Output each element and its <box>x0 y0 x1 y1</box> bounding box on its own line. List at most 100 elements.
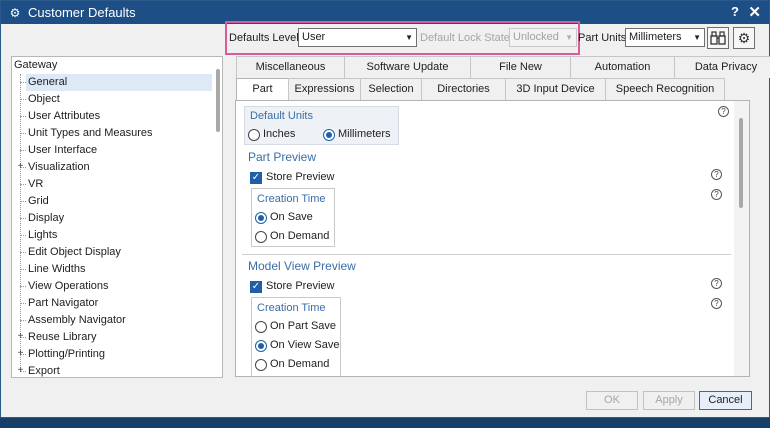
tab-part[interactable]: Part <box>236 78 289 102</box>
tree-item[interactable]: Unit Types and Measures <box>12 125 212 142</box>
category-tree[interactable]: Gateway General Object User Attributes Unit… <box>11 56 223 378</box>
tree-item[interactable]: Display <box>12 210 212 227</box>
tab-row-2: Part Expressions Selection Directories 3D In… <box>236 78 725 102</box>
part-units-value: Millimeters <box>629 31 682 43</box>
tree-item-label: Display <box>28 212 65 224</box>
radio-on-save[interactable]: On Save <box>255 210 330 226</box>
tree-item[interactable]: View Operations <box>12 278 212 295</box>
tab-software-update[interactable]: Software Update <box>344 56 471 78</box>
part-creation-time-group: Creation Time On Save On Demand <box>251 188 335 247</box>
ok-button[interactable]: OK <box>586 391 638 410</box>
tree-item[interactable]: User Interface <box>12 142 212 159</box>
tree-scrollbar[interactable] <box>216 69 220 132</box>
tab-expressions[interactable]: Expressions <box>288 78 361 100</box>
radio-on-part-save-label: On Part Save <box>270 320 337 332</box>
defaults-level-select[interactable]: User ▼ <box>298 28 417 47</box>
radio-model-on-demand[interactable]: On Demand <box>255 357 340 373</box>
panel-scrollbar[interactable] <box>739 118 743 208</box>
tree-item[interactable]: VR <box>12 176 212 193</box>
lock-state-select[interactable]: Unlocked ▼ <box>509 28 577 47</box>
radio-on-demand[interactable]: On Demand <box>255 229 330 245</box>
help-icon[interactable]: ? <box>711 278 722 289</box>
tree-item[interactable]: Grid <box>12 193 212 210</box>
tab-row-1: Miscellaneous Software Update File New Auto… <box>236 56 770 78</box>
tab-directories[interactable]: Directories <box>421 78 506 100</box>
help-button[interactable]: ? <box>731 4 739 19</box>
window-title: Customer Defaults <box>28 5 136 20</box>
model-view-preview-title: Model View Preview <box>248 259 356 273</box>
model-creation-time-group: Creation Time On Part Save On View Save … <box>251 297 341 376</box>
radio-on-demand-label: On Demand <box>270 230 330 242</box>
model-store-preview-label: Store Preview <box>266 280 335 292</box>
tab-3d-input-device[interactable]: 3D Input Device <box>505 78 606 100</box>
part-store-preview-checkbox[interactable]: ✓ Store Preview <box>250 170 350 186</box>
tree-item-label: Visualization <box>28 161 90 173</box>
model-store-preview-checkbox[interactable]: ✓ Store Preview <box>250 279 350 295</box>
settings-button[interactable]: ⚙ <box>733 27 755 49</box>
tab-miscellaneous[interactable]: Miscellaneous <box>236 56 345 78</box>
tab-automation[interactable]: Automation <box>570 56 675 78</box>
radio-button[interactable] <box>255 212 267 224</box>
defaults-level-label: Defaults Level <box>229 32 299 44</box>
tree-item[interactable]: Lights <box>12 227 212 244</box>
help-icon[interactable]: ? <box>711 298 722 309</box>
part-units-select[interactable]: Millimeters ▼ <box>625 28 705 47</box>
radio-on-view-save[interactable]: On View Save <box>255 338 340 354</box>
radio-millimeters[interactable]: Millimeters <box>323 127 403 143</box>
tab-selection[interactable]: Selection <box>360 78 422 100</box>
tree-item[interactable]: Part Navigator <box>12 295 212 312</box>
tree-root[interactable]: Gateway <box>12 57 212 74</box>
expand-icon[interactable]: + <box>16 366 25 376</box>
tree-item[interactable]: Object <box>12 91 212 108</box>
chevron-down-icon: ▼ <box>565 33 573 42</box>
model-creation-time-title: Creation Time <box>257 302 326 314</box>
tab-speech-recognition[interactable]: Speech Recognition <box>605 78 725 100</box>
tree-item-label: General <box>28 76 68 88</box>
tree-item[interactable]: + Plotting/Printing <box>12 346 212 363</box>
part-units-label: Part Units <box>578 32 627 44</box>
radio-button[interactable] <box>255 231 267 243</box>
radio-inches[interactable]: Inches <box>248 127 308 143</box>
gear-icon: ⚙ <box>9 5 21 20</box>
tree-item-label: User Interface <box>28 144 98 156</box>
tree-item[interactable]: + Export <box>12 363 212 377</box>
help-icon[interactable]: ? <box>711 189 722 200</box>
radio-button[interactable] <box>255 359 267 371</box>
help-icon[interactable]: ? <box>718 106 729 117</box>
tree-item[interactable]: Assembly Navigator <box>12 312 212 329</box>
binoculars-icon <box>710 31 726 45</box>
expand-icon[interactable]: + <box>16 332 25 342</box>
tab-file-new[interactable]: File New <box>470 56 571 78</box>
cancel-button[interactable]: Cancel <box>699 391 752 410</box>
tab-data-privacy[interactable]: Data Privacy <box>674 56 770 78</box>
radio-button[interactable] <box>255 321 267 333</box>
apply-button[interactable]: Apply <box>643 391 695 410</box>
check-icon[interactable]: ✓ <box>250 172 262 184</box>
radio-inches-label: Inches <box>263 128 296 140</box>
tree-item-label: Part Navigator <box>28 297 99 309</box>
default-units-title: Default Units <box>250 110 313 122</box>
check-icon[interactable]: ✓ <box>250 281 262 293</box>
expand-icon[interactable]: + <box>16 349 25 359</box>
radio-on-part-save[interactable]: On Part Save <box>255 319 340 335</box>
help-icon[interactable]: ? <box>711 169 722 180</box>
expand-icon[interactable]: + <box>16 162 25 172</box>
tree-root-label: Gateway <box>14 59 58 71</box>
tree-item-label: Line Widths <box>28 263 86 275</box>
find-button[interactable] <box>707 27 729 49</box>
tree-item[interactable]: User Attributes <box>12 108 212 125</box>
tree-item[interactable]: Edit Object Display <box>12 244 212 261</box>
part-creation-time-title: Creation Time <box>257 193 326 205</box>
tree-item[interactable]: + Reuse Library <box>12 329 212 346</box>
tree-item-label: Export <box>28 365 60 377</box>
radio-button[interactable] <box>323 129 335 141</box>
radio-button[interactable] <box>248 129 260 141</box>
close-button[interactable]: ✕ <box>748 3 761 21</box>
settings-panel: ? Default Units Inches Millimeters Part … <box>235 100 750 377</box>
tree-item[interactable]: General <box>26 74 212 91</box>
tree-item[interactable]: Line Widths <box>12 261 212 278</box>
radio-button[interactable] <box>255 340 267 352</box>
tree-item-label: Plotting/Printing <box>28 348 106 360</box>
lock-state-label: Default Lock State <box>420 32 510 44</box>
tree-item[interactable]: + Visualization <box>12 159 212 176</box>
